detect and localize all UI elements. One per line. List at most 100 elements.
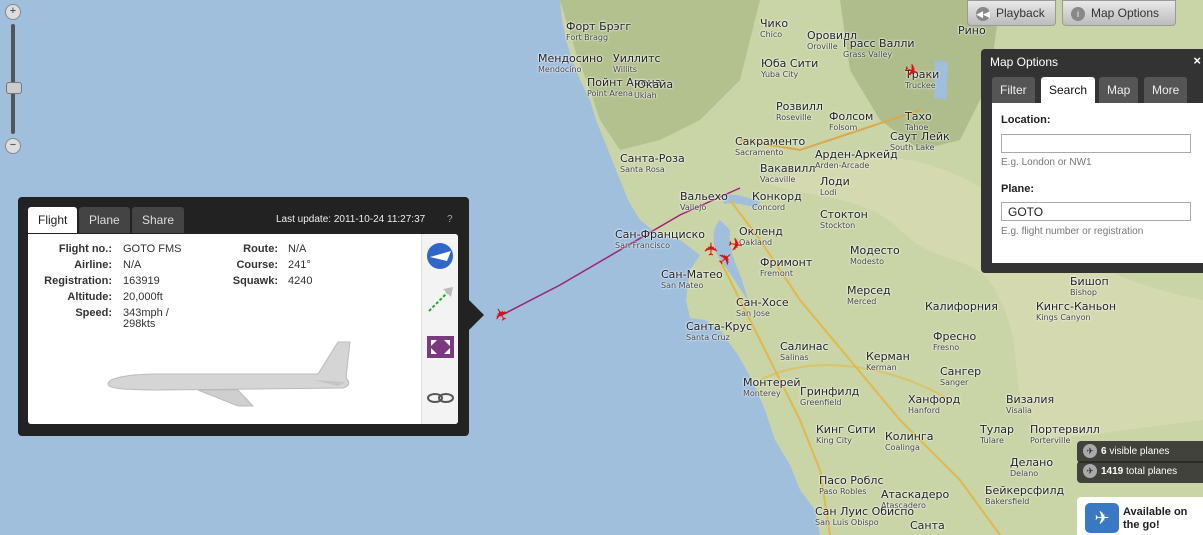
plane-count-icon: ✈ (1083, 464, 1097, 479)
city-label: Колинга Coalinga (885, 430, 933, 452)
fullscreen-icon[interactable] (425, 332, 456, 363)
plane-input[interactable]: GOTO (1001, 202, 1191, 221)
city-name-english: Arden-Arcade (815, 161, 870, 170)
city-label: Кингс-Каньон Kings Canyon (1036, 300, 1116, 322)
city-name-english: Ukiah (634, 91, 657, 100)
visible-planes-stat: ✈ 6 visible planes (1077, 441, 1203, 463)
city-name-english: Sanger (940, 378, 969, 387)
city-name: Форт Брэгг (566, 20, 632, 33)
city-label: Сакраменто Sacramento (735, 135, 805, 157)
city-name-english: Chico (760, 30, 783, 39)
city-name-english: Fort Bragg (566, 33, 609, 42)
city-name: Гринфилд (800, 385, 860, 398)
close-icon[interactable]: × (1193, 53, 1201, 68)
flight-details-card: Flight no.: GOTO FMS Airline: N/A Regist… (28, 234, 458, 424)
city-name: Санта-Роза (620, 152, 685, 165)
tab-map[interactable]: Map (1099, 77, 1139, 103)
aircraft-silhouette (107, 341, 351, 407)
tab-plane[interactable]: Plane (79, 207, 130, 233)
registration-value: 163919 (123, 275, 160, 287)
city-label: Санта-Роза Santa Rosa (620, 152, 685, 174)
city-name: Фримонт (760, 256, 813, 269)
city-name: Юба Сити (761, 57, 819, 70)
zoom-in-button[interactable]: + (5, 4, 21, 20)
city-name-english: San Mateo (661, 281, 704, 290)
city-label: Бейкерсфилд Bakersfield (985, 484, 1064, 506)
zoom-out-button[interactable]: − (5, 138, 21, 154)
city-name-english: Yuba City (761, 70, 799, 79)
tab-share[interactable]: Share (132, 207, 185, 233)
city-label: Калифорния (925, 300, 998, 313)
city-label: Ханфорд Hanford (908, 393, 960, 415)
city-name-english: Concord (752, 203, 786, 212)
city-label: Пасо Роблс Paso Robles (819, 474, 884, 496)
city-label: Мерсед Merced (847, 284, 891, 306)
tab-flight[interactable]: Flight (28, 207, 78, 233)
city-name: Керман (866, 350, 910, 363)
app-promo-text: Available on the go! (1123, 506, 1188, 531)
plane-icon[interactable]: ✈ (726, 234, 744, 256)
search-form: Location: E.g. London or NW1 Plane: GOTO… (992, 103, 1203, 263)
city-name: Делано (1010, 456, 1054, 469)
city-name: Фолсом (829, 110, 874, 123)
mobile-app-promo[interactable]: ✈ Available on the go! (1077, 497, 1203, 535)
field-key: Flight no.: (58, 243, 112, 255)
plane-hint: E.g. flight number or registration (1001, 226, 1144, 237)
zoom-slider[interactable] (6, 24, 22, 134)
link-icon[interactable] (425, 382, 456, 413)
city-label: Сан-Хосе San Jose (736, 296, 789, 318)
tab-filter[interactable]: Filter (992, 77, 1035, 103)
city-name: Стоктон (820, 208, 868, 221)
city-name-english: South Lake (890, 143, 935, 152)
city-name: Калифорния (925, 300, 998, 313)
field-key: Airline: (74, 259, 112, 271)
last-update: Last update: 2011-10-24 11:27:37 (276, 214, 426, 225)
city-name: Тулар (980, 423, 1014, 436)
field-key: Route: (243, 243, 278, 255)
playback-button[interactable]: ◀◀ Playback (967, 0, 1056, 26)
plane-label: Plane: (1001, 183, 1035, 195)
city-name: Тахо (905, 110, 932, 123)
city-name-english: Greenfield (800, 398, 842, 407)
city-name-english: Santa Rosa (620, 165, 665, 174)
zoom-slider-handle[interactable] (6, 82, 22, 94)
map-options-button[interactable]: i Map Options (1062, 0, 1176, 26)
city-label: Визалия Visalia (1006, 393, 1054, 415)
city-name: Пасо Роблс (819, 474, 884, 487)
city-name-english: San Francisco (615, 241, 670, 250)
city-label: Сан Луис Обиспо San Luis Obispo (815, 505, 914, 527)
city-label: Модесто Modesto (850, 244, 900, 266)
city-label: Кинг Сити King City (816, 423, 876, 445)
city-name-english: Stockton (820, 221, 856, 230)
location-hint: E.g. London or NW1 (1001, 157, 1092, 168)
city-name-english: Coalinga (885, 443, 920, 452)
location-input[interactable] (1001, 134, 1191, 153)
city-name: Уиллитс (613, 52, 661, 65)
city-name: Сан-Франциско (615, 228, 706, 241)
tab-search[interactable]: Search (1041, 77, 1096, 103)
rewind-icon: ◀◀ (976, 6, 990, 21)
city-name-english: Modesto (850, 257, 884, 266)
city-name: Лоди (820, 175, 850, 188)
city-label: Гринфилд Greenfield (800, 385, 859, 407)
total-planes-stat: ✈ 1419 total planes (1077, 461, 1203, 483)
city-label: Тулар Tulare (980, 423, 1014, 445)
city-name-english: Hanford (908, 406, 940, 415)
city-name-english: Salinas (780, 353, 809, 362)
city-name: Вальехо (680, 190, 728, 203)
route-plane-icon[interactable] (425, 283, 456, 314)
plane-count-icon: ✈ (1083, 444, 1097, 459)
city-label: Санта (910, 519, 945, 532)
city-name: Колинга (885, 430, 934, 443)
city-label: Юба Сити Yuba City (761, 57, 818, 79)
help-icon[interactable]: ? (447, 214, 453, 225)
city-name-english: San Jose (736, 309, 770, 318)
city-name-english: Monterey (743, 389, 781, 398)
route-value: N/A (288, 243, 307, 255)
tab-more[interactable]: More (1144, 77, 1188, 103)
city-name: Сакраменто (735, 135, 806, 148)
city-name-english: Merced (847, 297, 877, 306)
visible-count: 6 (1101, 446, 1107, 457)
city-name: Санта-Крус (686, 320, 753, 333)
globe-icon[interactable] (425, 241, 456, 272)
